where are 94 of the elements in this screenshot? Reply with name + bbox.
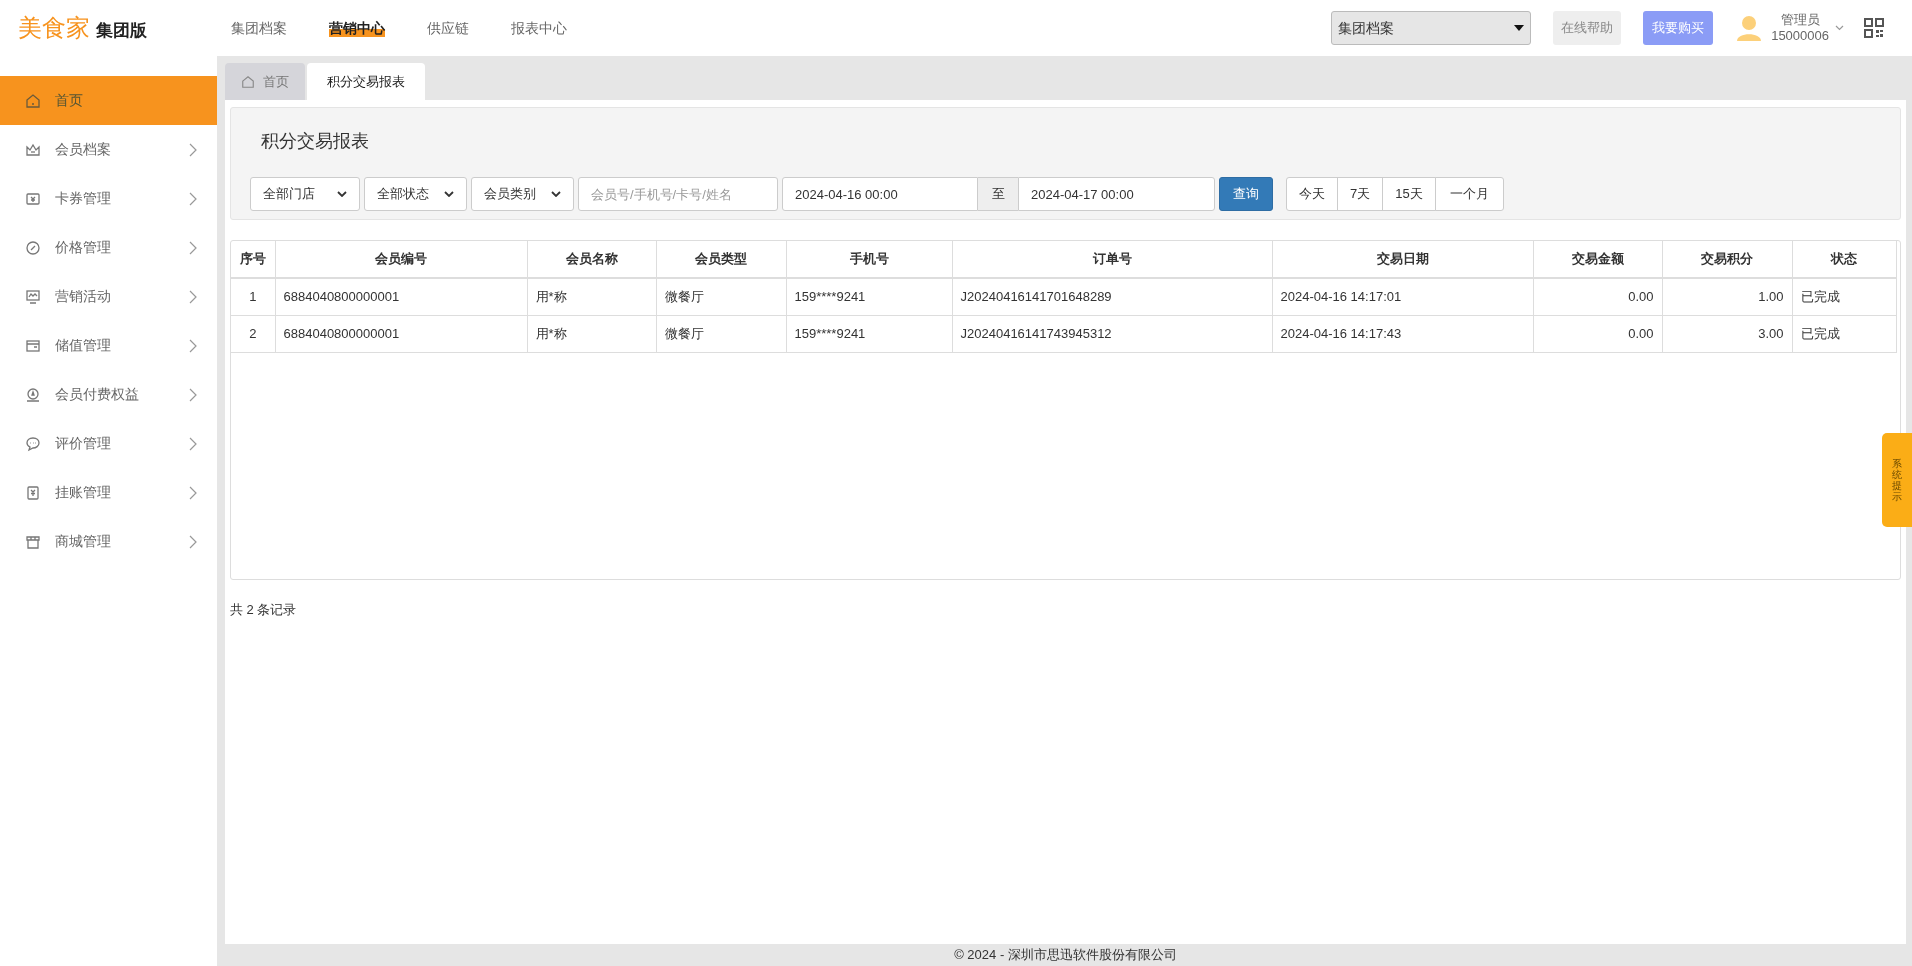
store-icon — [25, 533, 41, 550]
table-cell: 0.00 — [1533, 315, 1662, 352]
sidebar-item-label: 卡券管理 — [55, 189, 112, 208]
table-cell: 0.00 — [1533, 278, 1662, 315]
table-cell: 2024-04-16 14:17:43 — [1272, 315, 1533, 352]
column-header: 交易日期 — [1272, 241, 1533, 278]
chevron-right-icon — [189, 534, 197, 549]
column-header: 交易金额 — [1533, 241, 1662, 278]
table-cell: J20240416141701648289 — [952, 278, 1272, 315]
user-account: 15000006 — [1771, 28, 1829, 44]
column-header: 订单号 — [952, 241, 1272, 278]
sidebar-item-label: 会员档案 — [55, 140, 112, 159]
record-count: 共 2 条记录 — [230, 601, 298, 619]
filter-select[interactable]: 全部状态 — [364, 177, 467, 211]
table-cell: 已完成 — [1792, 278, 1896, 315]
column-header: 会员类型 — [656, 241, 786, 278]
table-cell: 用*称 — [527, 315, 656, 352]
home-icon — [241, 74, 255, 89]
table-cell: 已完成 — [1792, 315, 1896, 352]
monitor-icon — [25, 288, 41, 305]
caret-icon — [444, 191, 454, 197]
table-cell: 159****9241 — [786, 278, 952, 315]
column-header: 会员名称 — [527, 241, 656, 278]
sidebar-item-label: 储值管理 — [55, 336, 112, 355]
table-cell: 6884040800000001 — [275, 315, 527, 352]
sidebar-item-label: 会员付费权益 — [55, 385, 140, 404]
date-to-field[interactable]: 2024-04-17 00:00 — [1018, 177, 1215, 211]
table-cell: 微餐厅 — [656, 278, 786, 315]
user-avatar-icon — [1737, 15, 1762, 41]
chevron-right-icon — [189, 191, 197, 206]
footer: © 2024 - 深圳市思迅软件股份有限公司 — [225, 944, 1906, 966]
help-button[interactable]: 在线帮助 — [1553, 11, 1622, 45]
bill-icon — [25, 484, 41, 501]
nav-link[interactable]: 集团档案 — [231, 19, 287, 37]
column-header: 交易积分 — [1662, 241, 1792, 278]
range-separator: 至 — [978, 177, 1018, 211]
logo: 美食家 — [18, 13, 90, 44]
medal-icon — [25, 386, 41, 403]
dropdown-triangle-icon — [1514, 25, 1525, 31]
filter-select[interactable]: 会员类别 — [471, 177, 574, 211]
discount-badge-icon — [25, 239, 41, 256]
quick-range-button[interactable]: 7天 — [1337, 177, 1384, 211]
chevron-right-icon — [189, 436, 197, 451]
system-tip-tab[interactable]: 系统提示 — [1882, 433, 1912, 527]
ticket-icon — [25, 190, 41, 207]
table-cell: 2024-04-16 14:17:01 — [1272, 278, 1533, 315]
nav-link[interactable]: 供应链 — [427, 19, 469, 37]
user-role: 管理员 — [1780, 12, 1820, 28]
sidebar-item-label: 商城管理 — [55, 532, 112, 551]
table-cell: 3.00 — [1662, 315, 1792, 352]
sidebar-item-label: 挂账管理 — [55, 483, 112, 502]
filter-select[interactable]: 全部门店 — [250, 177, 360, 211]
chevron-right-icon — [189, 142, 197, 157]
table-cell: 1.00 — [1662, 278, 1792, 315]
query-button[interactable]: 查询 — [1219, 177, 1273, 211]
search-field[interactable]: 会员号/手机号/卡号/姓名 — [578, 177, 778, 211]
caret-icon — [551, 191, 561, 197]
quick-range-button[interactable]: 今天 — [1286, 177, 1338, 211]
table-cell: 6884040800000001 — [275, 278, 527, 315]
chevron-down-icon — [1835, 25, 1844, 31]
nav-link[interactable]: 报表中心 — [511, 19, 567, 37]
column-header: 序号 — [231, 241, 275, 278]
table-cell: 1 — [231, 278, 275, 315]
caret-icon — [337, 191, 347, 197]
chevron-right-icon — [189, 289, 197, 304]
chevron-right-icon — [189, 387, 197, 402]
table-cell: 2 — [231, 315, 275, 352]
chevron-right-icon — [189, 338, 197, 353]
quick-range-button[interactable]: 15天 — [1382, 177, 1436, 211]
page-tab[interactable]: 首页 — [225, 63, 305, 100]
org-select[interactable]: 集团档案 — [1331, 11, 1532, 45]
table-cell: J20240416141743945312 — [952, 315, 1272, 352]
date-from-field[interactable]: 2024-04-16 00:00 — [782, 177, 978, 211]
page-title: 积分交易报表 — [260, 130, 370, 152]
sidebar-item-label: 首页 — [55, 91, 84, 110]
table-cell: 用*称 — [527, 278, 656, 315]
sidebar-item[interactable]: 首页 — [0, 76, 217, 125]
column-header: 会员编号 — [275, 241, 527, 278]
table-cell: 159****9241 — [786, 315, 952, 352]
sidebar-item-label: 价格管理 — [55, 238, 112, 257]
chevron-right-icon — [189, 485, 197, 500]
column-header: 手机号 — [786, 241, 952, 278]
home-icon — [25, 92, 41, 109]
chat-icon — [25, 435, 41, 452]
sidebar-item-label: 评价管理 — [55, 434, 112, 453]
page-tab[interactable]: 积分交易报表 — [307, 63, 425, 100]
quick-range-button[interactable]: 一个月 — [1434, 177, 1504, 211]
qr-code-icon[interactable] — [1864, 18, 1884, 38]
wallet-icon — [25, 337, 41, 354]
chevron-right-icon — [189, 240, 197, 255]
column-header: 状态 — [1792, 241, 1896, 278]
sidebar-item-label: 营销活动 — [55, 287, 112, 306]
edition-label: 集团版 — [96, 20, 147, 42]
table-cell: 微餐厅 — [656, 315, 786, 352]
